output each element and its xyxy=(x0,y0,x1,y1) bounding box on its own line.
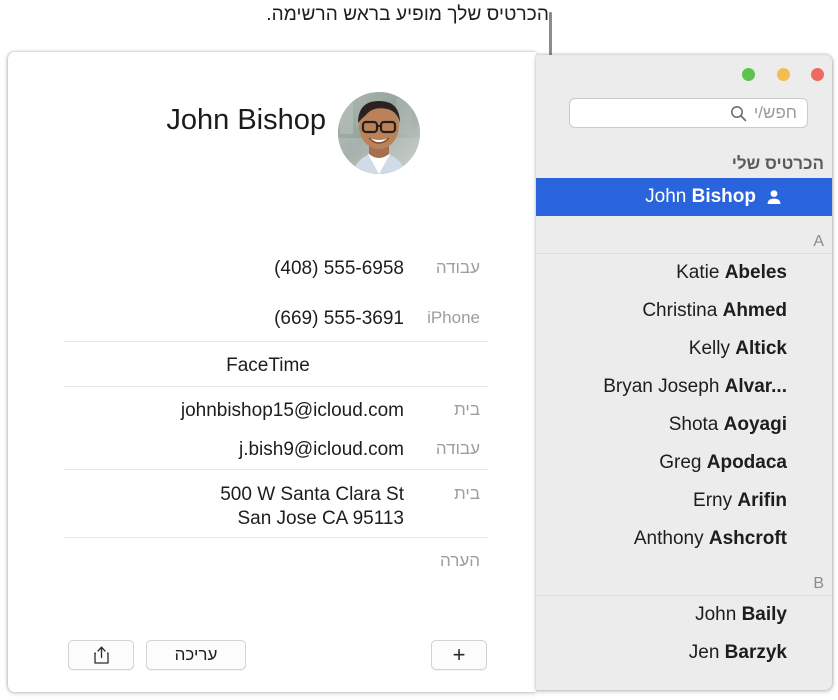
contact-first-name: Anthony xyxy=(633,528,704,549)
field-separator xyxy=(64,386,488,387)
contact-card-header: John Bishop xyxy=(8,92,536,184)
list-item-label: Jen Barzyk xyxy=(689,642,787,664)
contact-last-name: Alvar... xyxy=(724,376,787,397)
field-value-address: 500 W Santa Clara St San Jose CA 95113 xyxy=(56,483,404,531)
field-row-note[interactable]: הערה xyxy=(56,550,480,571)
contact-last-name: Baily xyxy=(741,604,787,625)
contact-last-name: Apodaca xyxy=(706,452,787,473)
contact-first-name: Christina xyxy=(642,300,718,321)
contact-last-name: Arifin xyxy=(737,490,787,511)
section-header-label: A xyxy=(813,233,824,250)
field-separator xyxy=(64,341,488,342)
list-item[interactable]: Greg Apodaca xyxy=(536,444,832,482)
contact-first-name: Jen xyxy=(688,642,720,663)
contact-last-name: Bishop xyxy=(691,186,756,207)
field-row-email-work[interactable]: עבודה j.bish9@icloud.com xyxy=(56,438,480,462)
field-value-phone: (669) 555-3691 xyxy=(274,308,404,329)
list-item[interactable]: Anthony Ashcroft xyxy=(536,520,832,558)
field-row-address-home[interactable]: בית 500 W Santa Clara St San Jose CA 951… xyxy=(56,483,480,531)
section-header-label: הכרטיס שלי xyxy=(731,154,824,173)
minimize-window-button[interactable] xyxy=(777,68,790,81)
section-header-my-card: הכרטיס שלי xyxy=(536,140,832,178)
contact-last-name: Abeles xyxy=(724,262,787,283)
section-header-b: B xyxy=(536,558,832,596)
field-label: עבודה xyxy=(435,439,480,458)
search-input[interactable]: חפש/י xyxy=(569,98,808,128)
close-window-button[interactable] xyxy=(811,68,824,81)
list-item[interactable]: Kelly Altick xyxy=(536,330,832,368)
contact-first-name: Greg xyxy=(659,452,702,473)
search-icon xyxy=(730,105,747,121)
contact-last-name: Ahmed xyxy=(722,300,787,321)
zoom-window-button[interactable] xyxy=(742,68,755,81)
list-item-label: Greg Apodaca xyxy=(659,452,787,474)
field-separator xyxy=(64,537,488,538)
list-item-label: Kelly Altick xyxy=(689,338,787,360)
contact-first-name: Erny xyxy=(693,490,733,511)
field-value-facetime: FaceTime xyxy=(226,355,310,376)
list-item[interactable]: Christina Ahmed xyxy=(536,292,832,330)
contact-last-name: Altick xyxy=(735,338,787,359)
contact-first-name: Bryan Joseph xyxy=(603,376,720,397)
callout-annotation: הכרטיס שלך מופיע בראש הרשימה. xyxy=(0,0,838,52)
window-titlebar: חפש/י xyxy=(536,55,832,140)
contact-first-name: John xyxy=(695,604,737,625)
callout-text: הכרטיס שלך מופיע בראש הרשימה. xyxy=(266,4,549,25)
field-label: הערה xyxy=(439,551,480,570)
contact-name: John Bishop xyxy=(166,104,326,136)
field-value-phone: (408) 555-6958 xyxy=(274,258,404,279)
section-header-label: B xyxy=(813,575,824,592)
address-line-2: San Jose CA 95113 xyxy=(237,508,404,529)
list-item-label: John Bishop xyxy=(645,186,756,208)
field-label: עבודה xyxy=(435,258,480,277)
list-item[interactable]: Erny Arifin xyxy=(536,482,832,520)
edit-button[interactable]: עריכה xyxy=(146,640,246,670)
contact-card-pane: John Bishop עבודה (408) 555-6958 iPhone … xyxy=(8,52,536,692)
contact-last-name: Aoyagi xyxy=(723,414,787,435)
contact-first-name: John xyxy=(645,186,687,207)
list-item-john-bishop[interactable]: John Bishop xyxy=(536,178,832,216)
list-item[interactable]: Jen Barzyk xyxy=(536,634,832,672)
list-item[interactable]: John Baily xyxy=(536,596,832,634)
contacts-list[interactable]: הכרטיס שלי John Bishop A Katie Abeles Ch… xyxy=(536,140,832,690)
card-toolbar: עריכה + xyxy=(8,630,536,692)
contact-last-name: Barzyk xyxy=(724,642,787,663)
list-item[interactable]: Shota Aoyagi xyxy=(536,406,832,444)
field-label: iPhone xyxy=(427,308,480,327)
list-item-label: Erny Arifin xyxy=(693,490,787,512)
contact-last-name: Ashcroft xyxy=(708,528,787,549)
contacts-list-window: חפש/י הכרטיס שלי John Bishop A Katie Abe… xyxy=(536,55,832,690)
search-placeholder: חפש/י xyxy=(753,103,797,122)
field-label: בית xyxy=(454,400,480,419)
share-button[interactable] xyxy=(68,640,134,670)
add-contact-button[interactable]: + xyxy=(431,640,487,670)
field-row-phone-work[interactable]: עבודה (408) 555-6958 xyxy=(56,257,480,281)
field-row-email-home[interactable]: בית johnbishop15@icloud.com xyxy=(56,399,480,423)
field-row-phone-iphone[interactable]: iPhone (669) 555-3691 xyxy=(56,307,480,331)
field-row-facetime[interactable]: FaceTime xyxy=(56,354,480,378)
contact-photo[interactable] xyxy=(338,92,420,174)
list-item-label: Bryan Joseph Alvar... xyxy=(603,376,787,398)
address-line-1: 500 W Santa Clara St xyxy=(220,484,404,505)
contact-photo-image xyxy=(338,92,420,174)
field-separator xyxy=(64,469,488,470)
share-icon xyxy=(93,646,109,664)
list-item-label: John Baily xyxy=(695,604,787,626)
list-item[interactable]: Bryan Joseph Alvar... xyxy=(536,368,832,406)
list-item-label: Shota Aoyagi xyxy=(669,414,787,436)
contact-first-name: Katie xyxy=(676,262,720,283)
list-item[interactable]: Katie Abeles xyxy=(536,254,832,292)
section-header-a: A xyxy=(536,216,832,254)
contact-first-name: Shota xyxy=(668,414,719,435)
field-value-email: johnbishop15@icloud.com xyxy=(180,400,404,421)
field-value-email: j.bish9@icloud.com xyxy=(238,439,404,460)
list-item-label: Katie Abeles xyxy=(676,262,787,284)
list-item-label: Christina Ahmed xyxy=(642,300,787,322)
plus-icon: + xyxy=(452,642,466,667)
list-item-label: Anthony Ashcroft xyxy=(634,528,787,550)
field-label: בית xyxy=(454,484,480,503)
person-icon xyxy=(767,190,781,204)
edit-button-label: עריכה xyxy=(174,645,218,664)
contact-first-name: Kelly xyxy=(688,338,730,359)
